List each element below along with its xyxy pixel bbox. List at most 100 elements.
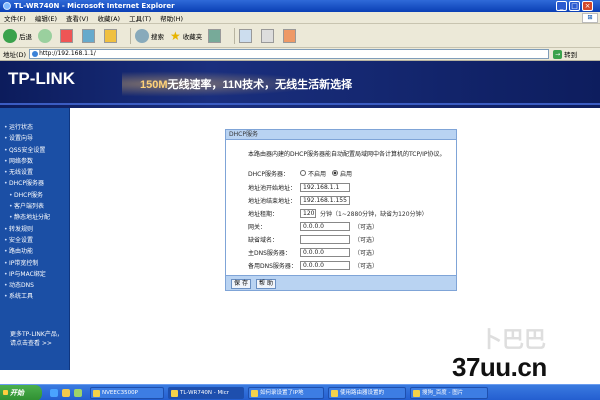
address-bar: 地址(D) http://192.168.1.1/ → 转到 [0,48,600,61]
nav-item[interactable]: 客户端列表 [0,201,69,213]
search-button[interactable]: 搜索 [135,28,164,43]
close-button[interactable]: × [582,1,593,11]
home-icon [104,28,117,43]
nav-item[interactable]: 动态DNS [0,280,69,292]
back-arrow-icon [3,28,17,43]
refresh-icon [82,28,95,43]
menu-tools[interactable]: 工具(T) [129,13,151,23]
nav-item[interactable]: IP与MAC绑定 [0,269,69,281]
nav-item[interactable]: 网络参数 [0,156,69,168]
minimize-button[interactable]: _ [556,1,567,11]
task-label: 搜狗_百度 - 图片 [422,390,464,396]
domain-row: 缺省域名： （可选） [248,234,378,244]
address-label: 地址(D) [3,51,27,59]
slogan-text: 无线速率，11N技术，无线生活新选择 [167,79,353,91]
quicklaunch-desktop-icon[interactable] [74,389,82,397]
start-button[interactable]: 开始 [0,385,42,400]
toolbar-separator [234,27,236,44]
tplink-logo: TP-LINK [8,69,76,88]
address-input[interactable]: http://192.168.1.1/ [29,49,550,59]
nav-item[interactable]: 路由功能 [0,246,69,258]
page-icon [32,51,39,57]
favorites-button[interactable]: ★ 收藏夹 [170,29,202,43]
panel-description: 本路由器内建的DHCP服务器能自动配置局域网中各计算机的TCP/IP协议。 [248,151,446,158]
search-icon [135,28,149,43]
back-button[interactable]: 后退 [3,28,32,43]
nav-item[interactable]: 系统工具 [0,291,69,303]
stop-icon [60,28,73,43]
media-button[interactable] [208,28,224,43]
radio-enable[interactable] [332,170,339,176]
left-nav: 运行状态设置向导QSS安全设置网络参数无线设置DHCP服务器DHCP服务客户端列… [0,108,70,370]
toolbar: 后退 搜索 ★ 收藏夹 [0,24,600,48]
stop-button[interactable] [60,28,76,43]
print-button[interactable] [261,28,277,43]
nav-item[interactable]: 静态地址分配 [0,212,69,224]
help-button[interactable]: 帮 助 [256,279,276,289]
task-app-icon [331,390,338,397]
end-address-row: 地址池结束地址： 192.168.1.155 [248,195,350,205]
toolbar-separator [130,27,131,44]
nav-item[interactable]: 无线设置 [0,167,69,179]
save-button[interactable]: 保 存 [231,279,251,289]
lease-note: 分钟（1~2880分钟，缺省为120分钟） [320,210,428,218]
search-label: 搜索 [151,32,164,41]
favorites-label: 收藏夹 [182,32,203,41]
menu-favorites[interactable]: 收藏(A) [98,13,121,23]
nav-item[interactable]: DHCP服务器 [0,178,69,190]
taskbar-task[interactable]: NVEEC3500P [90,387,164,399]
taskbar-task[interactable]: 如何录设置了IP地 [248,387,324,399]
mail-icon [239,28,253,43]
menu-help[interactable]: 帮助(H) [160,13,183,23]
nav-item[interactable]: 设置向导 [0,133,69,145]
domain-input[interactable] [300,234,350,244]
refresh-button[interactable] [82,28,98,43]
lease-row: 地址租期： 120 分钟（1~2880分钟，缺省为120分钟） [248,208,428,218]
dns2-label: 备用DNS服务器： [248,262,297,270]
quicklaunch-ie-icon[interactable] [50,389,58,397]
window-title: TL-WR740N - Microsoft Internet Explorer [14,2,175,10]
menu-view[interactable]: 查看(V) [66,13,89,23]
dns2-input[interactable]: 0.0.0.0 [300,260,350,270]
taskbar: 开始 NVEEC3500P TL-WR740N - Micr 如何录设置了IP地 使用… [0,384,600,400]
nav-item[interactable]: DHCP服务 [0,190,69,202]
star-icon: ★ [170,28,181,43]
task-label: 使用路由器设置的 [340,390,385,396]
start-address-input[interactable]: 192.168.1.1 [300,182,350,192]
dns1-input[interactable]: 0.0.0.0 [300,247,350,257]
maximize-button[interactable]: □ [569,1,580,11]
lease-input[interactable]: 120 [300,208,316,218]
media-icon [208,28,222,43]
address-url: http://192.168.1.1/ [39,50,96,57]
mail-button[interactable] [239,28,255,43]
taskbar-task[interactable]: TL-WR740N - Micr [168,387,244,399]
nav-item[interactable]: QSS安全设置 [0,145,69,157]
radio-enable-label: 启用 [340,170,353,178]
gateway-label: 网关： [248,223,267,231]
nav-item[interactable]: IP带宽控制 [0,258,69,270]
nav-item[interactable]: 转发规则 [0,224,69,236]
more-products-link[interactable]: 更多TP-LINK产品，请点击查看 >> [10,330,68,348]
go-button[interactable]: → 转到 [553,49,577,59]
go-arrow-icon: → [553,49,563,59]
taskbar-task[interactable]: 搜狗_百度 - 图片 [410,387,488,399]
radio-disable[interactable] [300,170,306,176]
task-label: NVEEC3500P [102,390,138,396]
nav-item[interactable]: 安全设置 [0,235,69,247]
radio-disable-label: 不启用 [308,170,327,178]
nav-item[interactable]: 运行状态 [0,122,69,134]
back-label: 后退 [19,32,32,41]
print-icon [261,28,275,43]
home-button[interactable] [104,28,120,43]
menu-edit[interactable]: 编辑(E) [35,13,57,23]
task-app-icon [171,390,178,397]
gateway-input[interactable]: 0.0.0.0 [300,221,350,231]
menu-file[interactable]: 文件(F) [4,13,26,23]
slogan-highlight: 150M [140,79,168,91]
edit-button[interactable] [283,28,299,43]
forward-button[interactable] [38,28,54,43]
taskbar-task[interactable]: 使用路由器设置的 [328,387,406,399]
dhcp-server-label: DHCP服务器： [248,170,289,178]
end-address-input[interactable]: 192.168.1.155 [300,195,350,205]
quicklaunch-folder-icon[interactable] [62,389,70,397]
